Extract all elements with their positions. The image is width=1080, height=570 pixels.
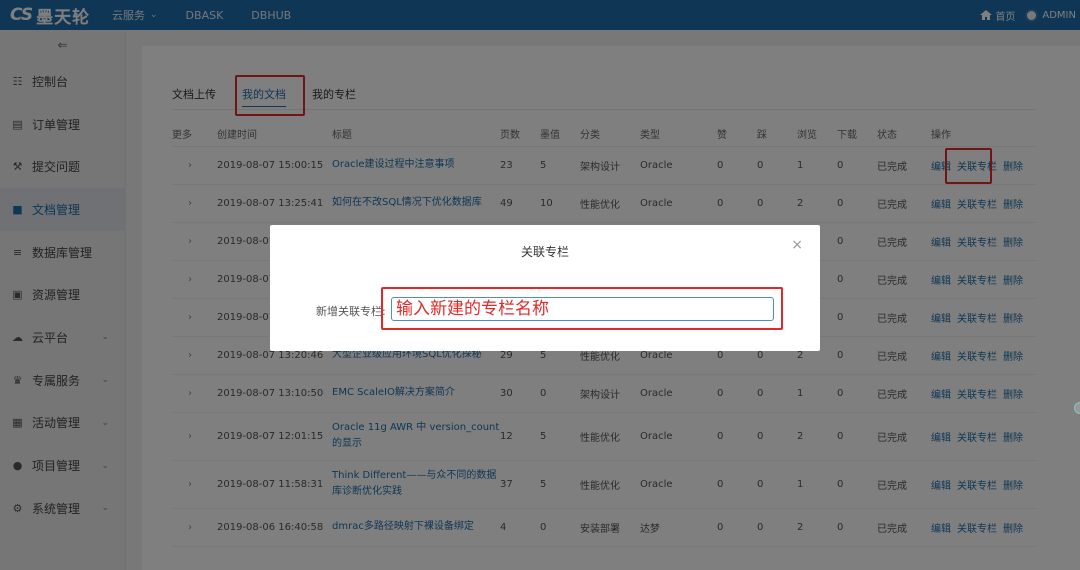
dialog-title: 关联专栏 xyxy=(520,245,569,259)
new-column-label: 新增关联专栏: xyxy=(316,305,386,318)
floating-widget[interactable] xyxy=(1074,402,1080,414)
close-icon[interactable]: × xyxy=(791,237,803,253)
link-column-dialog: 关联专栏 × 新增关联专栏: xyxy=(270,225,820,351)
input-highlight-box xyxy=(381,287,783,330)
